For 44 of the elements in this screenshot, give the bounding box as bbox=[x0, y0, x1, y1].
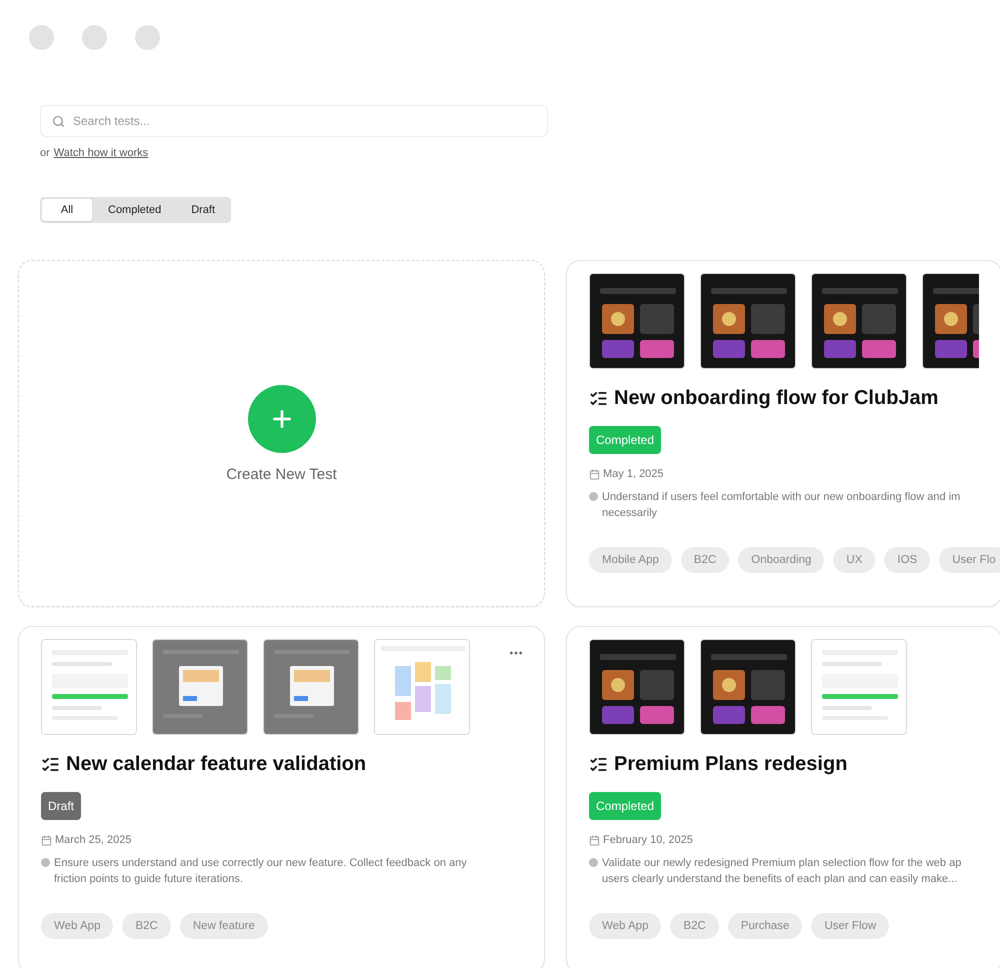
tag: B2C bbox=[680, 547, 730, 573]
calendar-icon bbox=[41, 834, 52, 846]
checklist-icon bbox=[589, 755, 608, 774]
tag: Onboarding bbox=[738, 547, 824, 573]
test-title: New calendar feature validation bbox=[66, 753, 366, 776]
test-description: Ensure users understand and use correctly our new feature. Collect feedback on any friction points to guide future iterations. bbox=[54, 856, 467, 887]
watch-link[interactable]: Watch how it works bbox=[54, 147, 148, 159]
status-badge: Completed bbox=[589, 426, 662, 454]
test-date: May 1, 2025 bbox=[603, 468, 664, 480]
filter-tab[interactable]: Completed bbox=[94, 199, 176, 221]
create-test-card[interactable]: Create New Test bbox=[18, 260, 545, 607]
calendar-icon bbox=[589, 834, 600, 846]
circle-icon bbox=[41, 858, 50, 867]
help-text: or bbox=[40, 147, 50, 159]
tag: Purchase bbox=[728, 913, 802, 939]
tag: User Flo bbox=[939, 547, 1000, 573]
tag: UX bbox=[833, 547, 876, 573]
test-date: February 10, 2025 bbox=[603, 834, 693, 846]
checklist-icon bbox=[41, 755, 60, 774]
status-badge: Completed bbox=[589, 792, 662, 820]
tag: B2C bbox=[122, 913, 171, 939]
search-icon bbox=[52, 115, 65, 128]
circle-icon bbox=[589, 858, 598, 867]
status-badge: Draft bbox=[41, 792, 82, 820]
circle-icon bbox=[589, 492, 598, 501]
tag: User Flow bbox=[811, 913, 890, 939]
checklist-icon bbox=[589, 389, 608, 408]
tag: New feature bbox=[180, 913, 268, 939]
test-date: March 25, 2025 bbox=[55, 834, 132, 846]
test-description: Validate our newly redesigned Premium plan selection flow for the web ap users clearly understand the benefits of each plan and can easily make... bbox=[602, 856, 962, 887]
tag: Web App bbox=[41, 913, 114, 939]
tag: Web App bbox=[589, 913, 662, 939]
filter-tab[interactable]: Draft bbox=[177, 199, 230, 221]
calendar-icon bbox=[589, 468, 600, 480]
tag: IOS bbox=[884, 547, 930, 573]
search-field[interactable]: Search tests... bbox=[40, 105, 548, 137]
test-title: New onboarding flow for ClubJam bbox=[614, 387, 938, 410]
filter-tab[interactable]: All bbox=[42, 199, 92, 221]
tag: B2C bbox=[670, 913, 719, 939]
test-card[interactable] bbox=[566, 626, 1000, 968]
test-card[interactable]: New onboarding flow for ClubJam Completed May 1, 2025 Understand if users feel comfortable with our new onboarding flow and im necessarily Mobile App B2C Onboarding UX IOS User Flo bbox=[566, 260, 1000, 607]
tag: Mobile App bbox=[589, 547, 672, 573]
test-title: Premium Plans redesign bbox=[614, 753, 848, 776]
test-description: Understand if users feel comfortable with our new onboarding flow and im necessarily bbox=[602, 490, 960, 521]
